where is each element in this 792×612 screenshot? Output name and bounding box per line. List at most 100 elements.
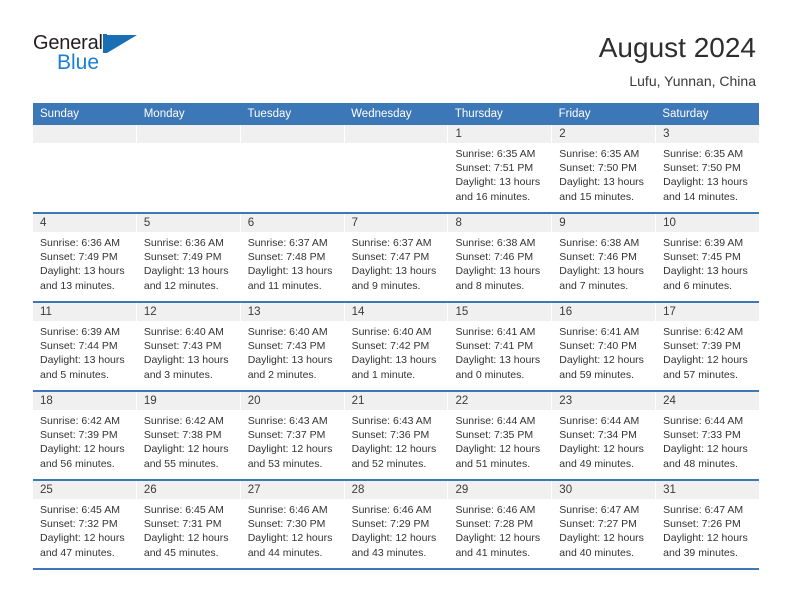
day-detail-line: and 52 minutes. bbox=[351, 457, 427, 470]
weekday-header-sunday: Sunday bbox=[40, 108, 80, 120]
day-detail-line: Sunset: 7:50 PM bbox=[559, 162, 637, 175]
calendar-day-cell[interactable]: 21 Sunrise: 6:43 AM Sunset: 7:36 PM Dayligh… bbox=[344, 392, 449, 479]
day-detail-line: and 40 minutes. bbox=[559, 546, 635, 559]
day-detail-line: Daylight: 12 hours bbox=[40, 532, 125, 545]
day-number: 26 bbox=[143, 484, 157, 496]
day-detail-line: Sunrise: 6:37 AM bbox=[351, 237, 432, 249]
general-blue-logo[interactable]: General Blue bbox=[33, 31, 139, 73]
calendar-day-cell[interactable]: 31 Sunrise: 6:47 AM Sunset: 7:26 PM Dayligh… bbox=[656, 481, 761, 568]
calendar-day-cell[interactable]: 23 Sunrise: 6:44 AM Sunset: 7:34 PM Dayligh… bbox=[552, 392, 657, 479]
day-detail-line: Sunset: 7:39 PM bbox=[40, 429, 118, 442]
day-detail-line: Sunrise: 6:38 AM bbox=[559, 237, 640, 249]
day-detail-line: Sunrise: 6:44 AM bbox=[663, 415, 744, 427]
day-number-band: 23 bbox=[552, 392, 657, 410]
day-number: 11 bbox=[40, 306, 52, 318]
day-details: Sunrise: 6:41 AM Sunset: 7:40 PM Daylight:… bbox=[552, 321, 655, 382]
calendar-day-cell[interactable]: 17 Sunrise: 6:42 AM Sunset: 7:39 PM Dayligh… bbox=[656, 303, 761, 390]
day-detail-line: Daylight: 13 hours bbox=[455, 176, 541, 189]
day-number: 18 bbox=[40, 395, 53, 407]
day-details bbox=[137, 143, 240, 147]
calendar-week-row: 18 Sunrise: 6:42 AM Sunset: 7:39 PM Dayligh… bbox=[33, 392, 761, 481]
day-number-band: 21 bbox=[344, 392, 449, 410]
calendar-day-cell[interactable]: 12 Sunrise: 6:40 AM Sunset: 7:43 PM Dayligh… bbox=[136, 303, 241, 390]
day-detail-line: and 53 minutes. bbox=[247, 457, 323, 470]
day-detail-line: Daylight: 12 hours bbox=[559, 532, 644, 545]
calendar-day-cell[interactable]: 1 Sunrise: 6:35 AM Sunset: 7:51 PM Daylight… bbox=[448, 125, 553, 212]
day-details: Sunrise: 6:37 AM Sunset: 7:48 PM Daylight:… bbox=[241, 232, 344, 293]
day-detail-line: Sunset: 7:31 PM bbox=[143, 518, 222, 531]
calendar-day-cell[interactable]: 9 Sunrise: 6:38 AM Sunset: 7:46 PM Daylight… bbox=[552, 214, 657, 301]
day-details: Sunrise: 6:40 AM Sunset: 7:42 PM Daylight:… bbox=[345, 321, 448, 382]
day-number-band: 10 bbox=[656, 214, 761, 232]
day-number: 4 bbox=[40, 217, 47, 229]
day-details bbox=[33, 143, 136, 147]
weekday-header-monday: Monday bbox=[143, 108, 185, 120]
calendar-day-cell[interactable]: 4 Sunrise: 6:36 AM Sunset: 7:49 PM Daylight… bbox=[33, 214, 137, 301]
day-detail-line: Sunset: 7:32 PM bbox=[40, 518, 118, 531]
day-detail-line: Sunrise: 6:42 AM bbox=[663, 326, 744, 338]
day-detail-line: Daylight: 12 hours bbox=[351, 443, 437, 456]
day-detail-line: Sunrise: 6:38 AM bbox=[455, 237, 536, 249]
day-detail-line: Daylight: 12 hours bbox=[663, 532, 748, 545]
calendar-day-cell[interactable]: 2 Sunrise: 6:35 AM Sunset: 7:50 PM Daylight… bbox=[552, 125, 657, 212]
calendar-day-cell[interactable]: 26 Sunrise: 6:45 AM Sunset: 7:31 PM Dayligh… bbox=[136, 481, 241, 568]
calendar-day-cell[interactable]: 8 Sunrise: 6:38 AM Sunset: 7:46 PM Daylight… bbox=[448, 214, 553, 301]
day-number: 17 bbox=[663, 306, 676, 318]
day-detail-line: and 0 minutes. bbox=[455, 368, 525, 381]
day-detail-line: Sunset: 7:38 PM bbox=[143, 429, 222, 442]
day-detail-line: and 45 minutes. bbox=[143, 546, 219, 559]
calendar-day-cell[interactable]: 30 Sunrise: 6:47 AM Sunset: 7:27 PM Dayligh… bbox=[552, 481, 657, 568]
calendar-day-cell[interactable]: 3 Sunrise: 6:35 AM Sunset: 7:50 PM Daylight… bbox=[656, 125, 761, 212]
day-number-band: 18 bbox=[33, 392, 137, 410]
calendar-day-cell[interactable]: 22 Sunrise: 6:44 AM Sunset: 7:35 PM Dayligh… bbox=[448, 392, 553, 479]
day-detail-line: Sunset: 7:26 PM bbox=[663, 518, 741, 531]
day-detail-line: and 5 minutes. bbox=[40, 368, 109, 381]
day-number: 12 bbox=[143, 306, 157, 318]
day-details bbox=[345, 143, 448, 147]
day-number: 22 bbox=[455, 395, 469, 407]
day-number-band: 20 bbox=[240, 392, 345, 410]
day-number-band: 3 bbox=[656, 125, 761, 143]
calendar-day-cell[interactable]: 20 Sunrise: 6:43 AM Sunset: 7:37 PM Dayligh… bbox=[240, 392, 345, 479]
calendar-day-cell[interactable]: 18 Sunrise: 6:42 AM Sunset: 7:39 PM Dayligh… bbox=[33, 392, 137, 479]
day-detail-line: Daylight: 13 hours bbox=[143, 265, 229, 278]
day-detail-line: Sunset: 7:49 PM bbox=[40, 251, 118, 264]
logo-blue-text: Blue bbox=[57, 51, 100, 74]
calendar-day-cell[interactable]: 27 Sunrise: 6:46 AM Sunset: 7:30 PM Dayligh… bbox=[240, 481, 345, 568]
day-detail-line: and 59 minutes. bbox=[559, 368, 635, 381]
day-detail-line: Sunrise: 6:46 AM bbox=[351, 504, 432, 516]
calendar-day-cell[interactable]: 5 Sunrise: 6:36 AM Sunset: 7:49 PM Daylight… bbox=[136, 214, 241, 301]
calendar-day-cell[interactable]: 10 Sunrise: 6:39 AM Sunset: 7:45 PM Dayligh… bbox=[656, 214, 761, 301]
calendar-day-cell[interactable]: 7 Sunrise: 6:37 AM Sunset: 7:47 PM Daylight… bbox=[344, 214, 449, 301]
calendar-day-cell[interactable]: 14 Sunrise: 6:40 AM Sunset: 7:42 PM Dayligh… bbox=[344, 303, 449, 390]
calendar-day-cell[interactable]: 6 Sunrise: 6:37 AM Sunset: 7:48 PM Daylight… bbox=[240, 214, 345, 301]
day-detail-line: Sunrise: 6:47 AM bbox=[559, 504, 640, 516]
day-detail-line: Daylight: 12 hours bbox=[455, 443, 541, 456]
day-number: 27 bbox=[247, 484, 261, 496]
day-detail-line: Sunrise: 6:35 AM bbox=[559, 148, 640, 160]
logo-top-row: General bbox=[33, 31, 139, 53]
calendar-day-cell[interactable]: 15 Sunrise: 6:41 AM Sunset: 7:41 PM Dayligh… bbox=[448, 303, 553, 390]
calendar-day-cell[interactable]: 24 Sunrise: 6:44 AM Sunset: 7:33 PM Dayligh… bbox=[656, 392, 761, 479]
calendar-day-cell[interactable]: 28 Sunrise: 6:46 AM Sunset: 7:29 PM Dayligh… bbox=[344, 481, 449, 568]
calendar-day-cell[interactable]: 25 Sunrise: 6:45 AM Sunset: 7:32 PM Dayligh… bbox=[33, 481, 137, 568]
calendar-day-cell[interactable]: 29 Sunrise: 6:46 AM Sunset: 7:28 PM Dayligh… bbox=[448, 481, 553, 568]
day-number: 15 bbox=[455, 306, 469, 318]
day-detail-line: Sunset: 7:33 PM bbox=[663, 429, 741, 442]
day-detail-line: Sunset: 7:30 PM bbox=[247, 518, 326, 531]
day-detail-line: and 9 minutes. bbox=[351, 279, 421, 292]
day-detail-line: Daylight: 13 hours bbox=[143, 354, 229, 367]
day-detail-line: Sunset: 7:42 PM bbox=[351, 340, 430, 353]
day-number-band: 27 bbox=[240, 481, 345, 499]
day-detail-line: Daylight: 13 hours bbox=[247, 265, 333, 278]
weekday-header-friday: Friday bbox=[558, 108, 591, 120]
calendar-page: General Blue August 2024 Lufu, Yunnan, C… bbox=[0, 0, 792, 612]
day-detail-line: Sunrise: 6:40 AM bbox=[247, 326, 328, 338]
calendar-day-cell[interactable]: 13 Sunrise: 6:40 AM Sunset: 7:43 PM Dayligh… bbox=[240, 303, 345, 390]
day-details: Sunrise: 6:43 AM Sunset: 7:36 PM Daylight:… bbox=[345, 410, 448, 471]
title-block: August 2024 Lufu, Yunnan, China bbox=[599, 31, 756, 90]
calendar-day-cell[interactable]: 16 Sunrise: 6:41 AM Sunset: 7:40 PM Dayligh… bbox=[552, 303, 657, 390]
calendar-day-cell[interactable]: 19 Sunrise: 6:42 AM Sunset: 7:38 PM Dayligh… bbox=[136, 392, 241, 479]
calendar-day-cell[interactable]: 11 Sunrise: 6:39 AM Sunset: 7:44 PM Dayligh… bbox=[33, 303, 137, 390]
day-detail-line: and 48 minutes. bbox=[663, 457, 738, 470]
